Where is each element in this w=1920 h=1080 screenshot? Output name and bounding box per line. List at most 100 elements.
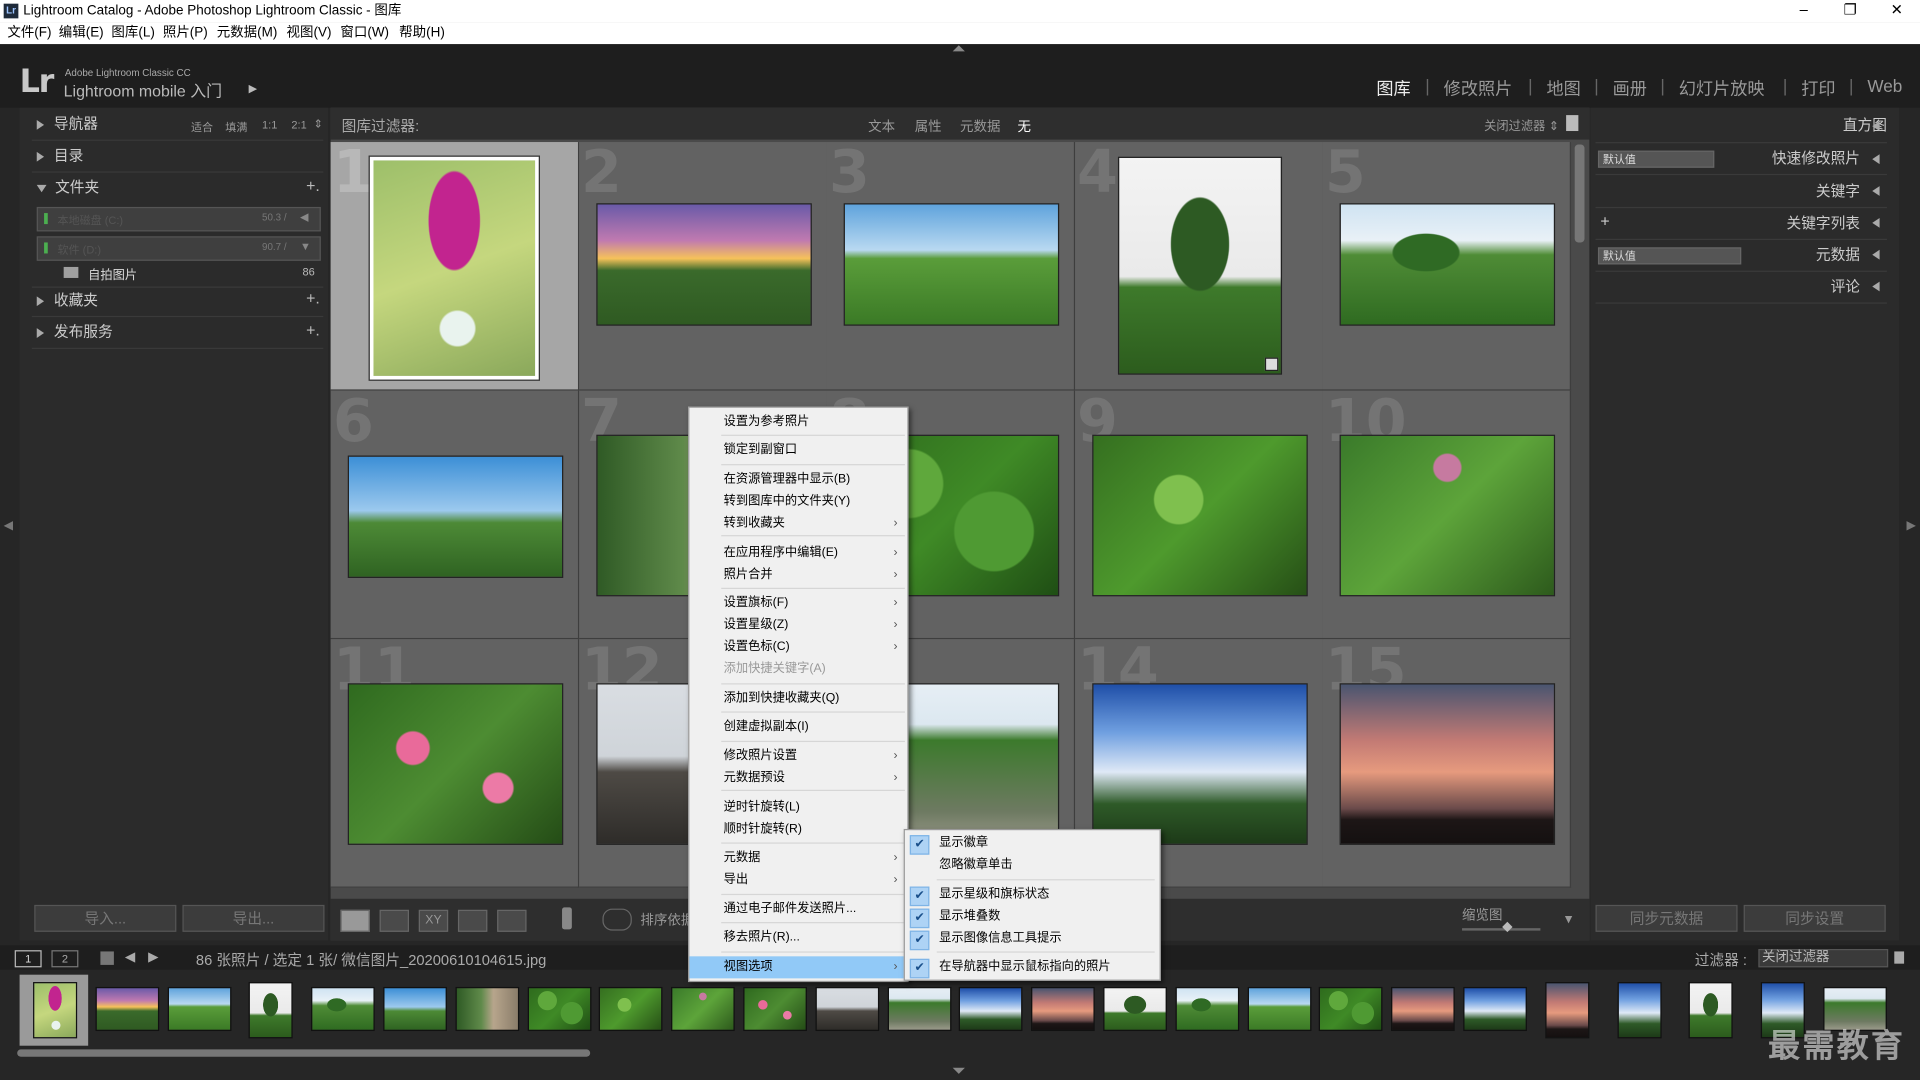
submenu-item[interactable]: ✔ 显示堆叠数	[905, 906, 1160, 929]
grid-cell[interactable]: 9	[1074, 390, 1324, 640]
grid-cell[interactable]: 11	[330, 639, 580, 888]
sync-metadata-button[interactable]: 同步元数据	[1595, 904, 1738, 932]
menu-metadata[interactable]: 元数据(M)	[217, 24, 278, 41]
grid-cell[interactable]: 3	[826, 142, 1076, 391]
lock-icon[interactable]	[1566, 115, 1579, 132]
filter-tab-text[interactable]: 文本	[868, 116, 895, 136]
photo-thumbnail[interactable]	[347, 455, 564, 578]
photo-thumbnail[interactable]	[1117, 156, 1282, 375]
context-menu-item[interactable]: 设置旗标(F) ›	[689, 593, 907, 615]
maximize-button[interactable]: ❐	[1827, 0, 1874, 22]
filmstrip-thumbnail[interactable]	[887, 986, 951, 1032]
collapse-bottom-icon[interactable]	[952, 1067, 965, 1074]
context-menu-item[interactable]: 视图选项 ›	[689, 956, 908, 979]
menu-library[interactable]: 图库(L)	[111, 24, 154, 41]
filmstrip-thumbnail[interactable]	[1545, 982, 1590, 1039]
context-menu-item[interactable]: 元数据预设 ›	[689, 768, 907, 790]
filmstrip-thumbnail[interactable]	[1175, 986, 1239, 1032]
filmstrip-thumbnail[interactable]	[599, 986, 663, 1032]
photo-thumbnail[interactable]	[1339, 683, 1556, 845]
keyword-list-header[interactable]: 关键字列表	[1713, 209, 1860, 236]
context-menu-item[interactable]: 元数据 ›	[689, 847, 907, 869]
nav-2to1[interactable]: 2:1	[291, 119, 306, 131]
module-library[interactable]: 图库	[1376, 76, 1410, 100]
volume-arrow-icon[interactable]: ▼	[300, 240, 311, 252]
filter-tab-metadata[interactable]: 元数据	[960, 116, 1000, 136]
context-menu-item[interactable]: 照片合并 ›	[689, 564, 907, 586]
volume-arrow-icon[interactable]: ◀	[300, 211, 308, 224]
toolbar-options-icon[interactable]: ▾	[1565, 910, 1572, 927]
export-button[interactable]: 导出...	[182, 904, 325, 932]
context-menu-item[interactable]: 设置为参考照片	[689, 411, 907, 433]
filter-lock-icon[interactable]	[1894, 951, 1905, 964]
filmstrip-thumbnail[interactable]	[33, 982, 78, 1039]
context-menu-item[interactable]: 顺时针旋转(R)	[689, 819, 907, 841]
filter-tab-attribute[interactable]: 属性	[915, 116, 942, 136]
comments-header[interactable]: 评论	[1713, 273, 1860, 300]
filter-preset-select[interactable]: 关闭过滤器 ⇕	[1484, 115, 1559, 133]
module-book[interactable]: 画册	[1613, 76, 1647, 100]
filmstrip-thumbnail[interactable]	[527, 986, 591, 1032]
filmstrip-thumbnail[interactable]	[249, 982, 294, 1039]
grid-view-icon[interactable]	[340, 909, 370, 932]
grid-cell[interactable]: 6	[330, 390, 580, 640]
grid-cell[interactable]: 4	[1074, 142, 1324, 391]
context-menu-item[interactable]: 添加到快捷收藏夹(Q)	[689, 688, 907, 710]
close-button[interactable]: ✕	[1873, 0, 1920, 22]
identity-plate[interactable]: Lightroom mobile 入门	[64, 78, 222, 101]
context-menu-item[interactable]: 创建虚拟副本(I)	[689, 716, 907, 738]
filmstrip-thumbnail[interactable]	[1689, 982, 1734, 1039]
nav-fit[interactable]: 适合	[191, 119, 213, 135]
minimize-button[interactable]: –	[1780, 0, 1827, 22]
module-web[interactable]: Web	[1867, 76, 1902, 96]
filmstrip-thumbnail[interactable]	[671, 986, 735, 1032]
filmstrip-thumbnail[interactable]	[1031, 986, 1095, 1032]
filmstrip-filter-select[interactable]: 关闭过滤器	[1758, 948, 1889, 968]
secondary-window-button[interactable]: 2	[51, 950, 79, 968]
menu-window[interactable]: 窗口(W)	[340, 24, 389, 41]
context-menu-item[interactable]: 在资源管理器中显示(B)	[689, 469, 907, 491]
folders-header[interactable]: 文件夹	[36, 174, 319, 201]
filmstrip-thumbnail[interactable]	[1247, 986, 1311, 1032]
filmstrip-thumbnail[interactable]	[311, 986, 375, 1032]
context-menu-item[interactable]: 转到收藏夹 ›	[689, 513, 907, 535]
photo-thumbnail[interactable]	[1339, 203, 1556, 326]
volume-c[interactable]: 本地磁盘 (C:) 50.3 / ◀	[36, 206, 321, 232]
filmstrip-thumbnail[interactable]	[1463, 986, 1527, 1032]
filmstrip-thumbnail[interactable]	[743, 986, 807, 1032]
volume-d[interactable]: 软件 (D:) 90.7 / ▼	[36, 236, 321, 261]
survey-view-icon[interactable]	[457, 909, 488, 932]
left-panel-toggle-icon[interactable]: ◀	[4, 519, 13, 532]
right-panel-toggle-icon[interactable]: ▶	[1907, 519, 1916, 532]
filmstrip-thumbnail[interactable]	[1103, 986, 1167, 1032]
grid-shortcut-icon[interactable]	[100, 951, 114, 965]
filmstrip-thumbnail[interactable]	[959, 986, 1023, 1032]
loupe-view-icon[interactable]	[379, 909, 409, 932]
filter-tab-none[interactable]: 无	[1018, 116, 1031, 136]
filmstrip-info[interactable]: 86 张照片 / 选定 1 张/ 微信图片_20200610104615.jpg	[196, 949, 546, 970]
filmstrip-thumbnail[interactable]	[95, 986, 159, 1032]
module-print[interactable]: 打印	[1801, 76, 1835, 100]
collapse-top-icon[interactable]	[952, 45, 965, 52]
add-publish-service-icon[interactable]: +.	[306, 321, 320, 339]
grid-cell[interactable]: 15	[1322, 639, 1572, 888]
histogram-header[interactable]: 直方图	[1598, 111, 1899, 138]
filmstrip-thumbnail[interactable]	[1319, 986, 1383, 1032]
add-keyword-icon[interactable]: +	[1600, 212, 1609, 230]
context-menu-item[interactable]: 锁定到副窗口	[689, 440, 907, 462]
menu-edit[interactable]: 编辑(E)	[59, 24, 104, 41]
publish-services-header[interactable]: 发布服务	[36, 318, 319, 345]
module-slideshow[interactable]: 幻灯片放映	[1679, 76, 1765, 100]
main-window-button[interactable]: 1	[14, 950, 42, 968]
filmstrip-thumbnail[interactable]	[455, 986, 519, 1032]
catalog-header[interactable]: 目录	[36, 142, 319, 169]
keywording-header[interactable]: 关键字	[1713, 178, 1860, 205]
menu-help[interactable]: 帮助(H)	[399, 24, 445, 41]
filmstrip-thumbnail[interactable]	[815, 986, 879, 1032]
menu-photo[interactable]: 照片(P)	[163, 24, 208, 41]
filmstrip-scrollbar[interactable]	[17, 1049, 591, 1057]
grid-cell[interactable]: 10	[1322, 390, 1572, 640]
quick-develop-header[interactable]: 快速修改照片	[1713, 144, 1860, 171]
grid-cell[interactable]: 2	[578, 142, 828, 391]
context-menu-item[interactable]: 通过电子邮件发送照片...	[689, 899, 907, 921]
